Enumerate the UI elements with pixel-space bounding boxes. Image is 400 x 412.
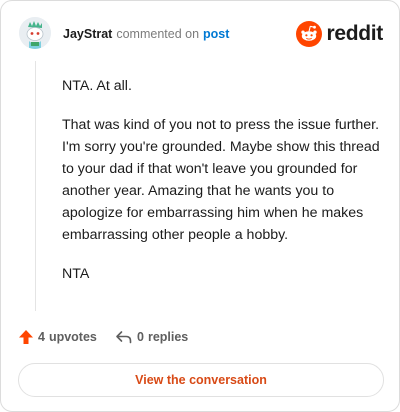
comment-byline: JayStrat commented on post: [63, 27, 229, 41]
upvotes-label: upvotes: [48, 330, 97, 344]
replies-label: replies: [147, 330, 189, 344]
reply-count: 0: [137, 330, 144, 344]
reddit-wordmark: reddit: [326, 22, 383, 45]
upvote-arrow-icon: [19, 330, 33, 344]
embedded-comment-card: JayStrat commented on post reddit NTA. At …: [0, 0, 400, 412]
user-avatar[interactable]: [19, 17, 51, 49]
username-link[interactable]: JayStrat: [63, 27, 112, 41]
reddit-alien-icon: [296, 21, 323, 47]
reply-arrow-icon: [116, 331, 132, 344]
comment-header: JayStrat commented on post reddit: [19, 17, 383, 53]
comment-body: NTA. At all. That was kind of you not to…: [62, 75, 382, 302]
comment-paragraph: That was kind of you not to press the is…: [62, 117, 380, 243]
view-conversation-button[interactable]: View the conversation: [18, 363, 384, 397]
thread-line: [35, 61, 36, 311]
comment-paragraph: NTA. At all.: [62, 78, 132, 94]
snoo-avatar-icon: [19, 17, 51, 49]
upvote-count: 4: [38, 330, 45, 344]
comment-footer: 4 upvotes 0 replies: [18, 329, 378, 351]
byline-action-text: commented on: [116, 27, 200, 41]
upvotes-stat[interactable]: 4 upvotes: [18, 329, 97, 345]
reddit-logo[interactable]: reddit: [296, 20, 383, 48]
comment-paragraph: NTA: [62, 266, 90, 282]
replies-stat[interactable]: 0 replies: [115, 329, 188, 345]
post-link[interactable]: post: [203, 27, 229, 41]
